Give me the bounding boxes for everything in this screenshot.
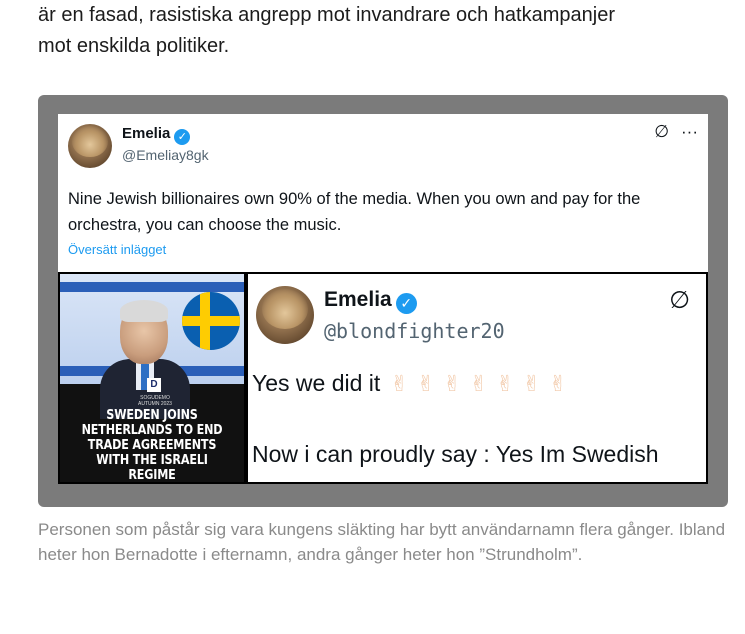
tweet-actions: ∅ ··· — [642, 122, 698, 142]
grok-icon[interactable]: ∅ — [654, 122, 669, 141]
sweden-flag-icon — [182, 292, 240, 350]
more-options-icon[interactable]: ··· — [681, 122, 698, 141]
graphic-headline: SWEDEN JOINS NETHERLANDS TO END TRADE AG… — [81, 408, 223, 483]
tweet-line-2: Now i can proudly say : Yes Im Swedish — [252, 441, 659, 467]
outlet-logo: D — [147, 378, 161, 392]
translate-link[interactable]: Översätt inlägget — [68, 242, 166, 257]
author-name-text: Emelia — [324, 288, 392, 311]
avatar[interactable] — [68, 124, 112, 168]
author-handle[interactable]: @Emeliay8gk — [122, 147, 209, 163]
more-options-icon: · — [704, 287, 706, 314]
tweet-actions: ∅· — [655, 286, 706, 315]
tweet-line-1-text: Yes we did it — [252, 370, 381, 396]
article-paragraph: är en fasad, rasistiska angrepp mot inva… — [38, 0, 718, 62]
author-name-text: Emelia — [122, 125, 171, 142]
verified-badge-icon: ✓ — [395, 293, 417, 314]
author-name[interactable]: Emelia ✓ — [122, 125, 191, 145]
grok-icon: ∅ — [669, 287, 690, 314]
article-line-1: är en fasad, rasistiska angrepp mot inva… — [38, 4, 615, 26]
image-caption: Personen som påstår sig vara kungens slä… — [38, 520, 726, 564]
tweet-screenshot-image[interactable]: Emelia✓ @blondfighter20 ∅· Yes we did it… — [246, 272, 708, 484]
avatar — [256, 286, 314, 344]
person-portrait — [100, 300, 190, 419]
tweet-text: Nine Jewish billionaires own 90% of the … — [68, 190, 641, 234]
author-handle: @blondfighter20 — [324, 319, 505, 343]
victory-hand-icon: ✌✌✌✌✌✌✌ — [390, 371, 576, 396]
news-graphic-image[interactable]: D SOGUDEMO AUTUMN 2023 SWEDEN JOINS NETH… — [58, 272, 246, 484]
article-line-2: mot enskilda politiker. — [38, 35, 230, 57]
author-name: Emelia ✓ — [324, 288, 417, 314]
embedded-tweet-card[interactable]: Emelia ✓ @Emeliay8gk ∅ ··· Nine Jewish bil… — [58, 114, 708, 272]
tweet-line-1: Yes we did it ✌✌✌✌✌✌✌ — [252, 370, 575, 397]
verified-badge-icon: ✓ — [174, 129, 191, 145]
small-caption: SOGUDEMO AUTUMN 2023 — [138, 395, 172, 407]
